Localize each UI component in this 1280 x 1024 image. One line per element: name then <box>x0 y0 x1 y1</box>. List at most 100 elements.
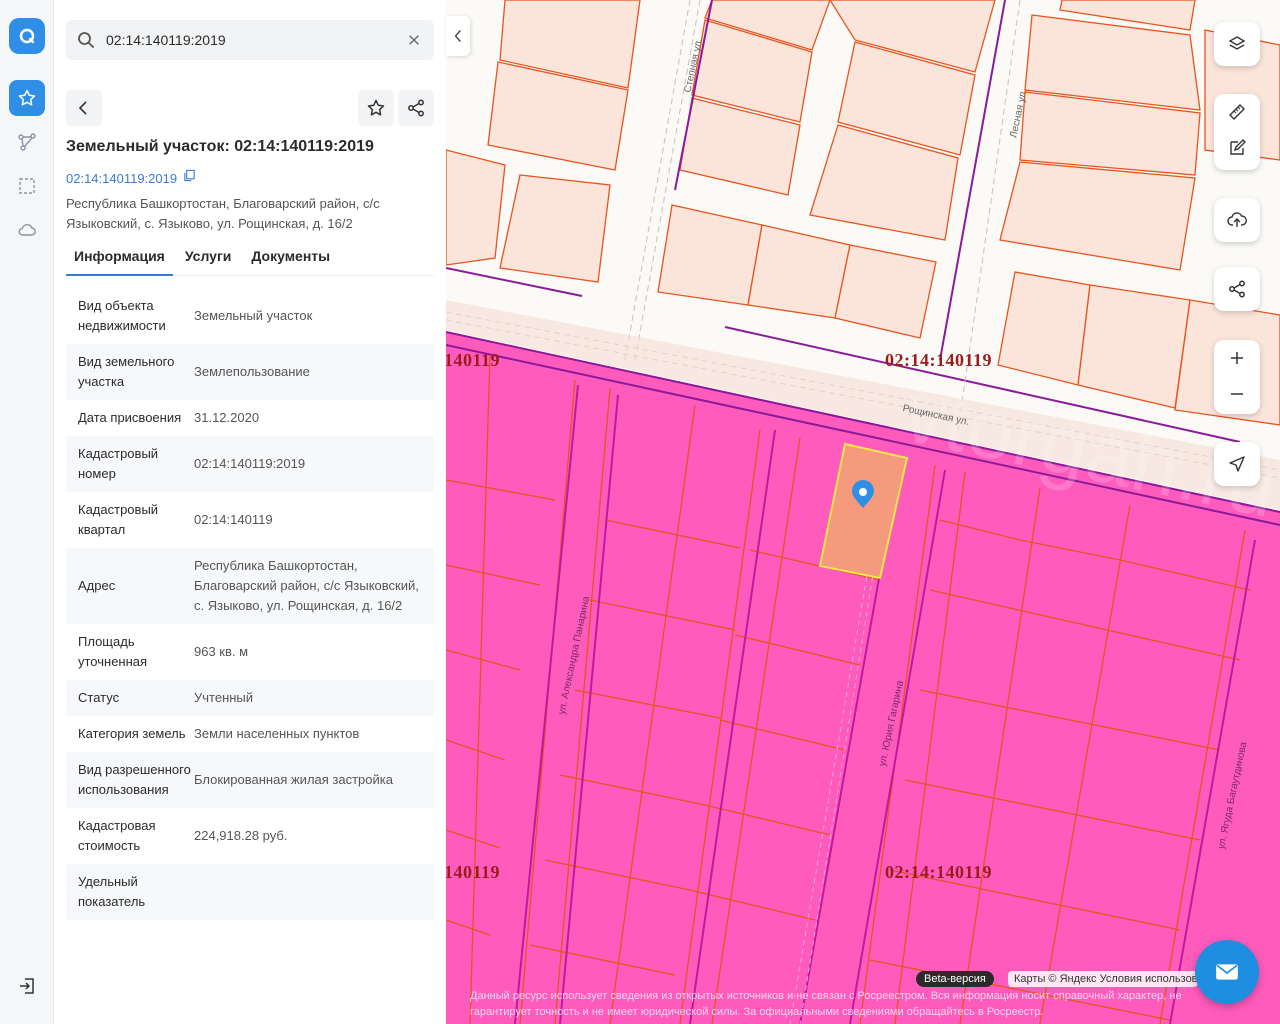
select-area-button[interactable] <box>9 168 45 204</box>
search-icon <box>66 20 106 60</box>
quarter-label-top-left: 140119 <box>446 350 501 370</box>
edit-icon <box>1230 139 1246 155</box>
star-icon <box>18 89 36 106</box>
zoom-in-icon <box>1231 352 1243 364</box>
share-control <box>1214 267 1260 311</box>
share-icon <box>1229 280 1245 298</box>
tools-control <box>1214 94 1260 170</box>
upload-control <box>1214 198 1260 242</box>
search-box <box>66 20 434 60</box>
tab-bar: Информация Услуги Документы <box>66 244 434 276</box>
layers-button[interactable] <box>1214 22 1260 66</box>
scroll-fade <box>54 980 446 1024</box>
cadastral-map[interactable]: vtorgah.ru 02:14:140119 140119 02:14:140… <box>446 0 1280 1024</box>
info-panel: Земельный участок: 02:14:140119:2019 02:… <box>54 0 446 1024</box>
locate-button[interactable] <box>1214 442 1260 486</box>
info-key: Дата присвоения <box>78 410 182 425</box>
beta-badge: Beta-версия <box>916 971 994 987</box>
info-row: Дата присвоения 31.12.2020 <box>66 400 434 436</box>
logout-icon <box>20 978 34 994</box>
info-row: Категория земель Земли населенных пунктов <box>66 716 434 752</box>
ruler-icon <box>1229 104 1245 120</box>
copy-icon[interactable] <box>183 169 196 187</box>
info-row: Вид объекта недвижимости Земельный участо… <box>66 288 434 344</box>
route-icon <box>18 133 36 151</box>
map-share-button[interactable] <box>1214 267 1260 311</box>
object-address: Республика Башкортостан, Благоварский ра… <box>66 196 380 231</box>
ruler-button[interactable] <box>1214 94 1260 130</box>
zoom-in-button[interactable] <box>1214 340 1260 376</box>
quarter-label-top: 02:14:140119 <box>885 350 992 370</box>
search-input[interactable] <box>106 32 396 48</box>
info-key: Площадь уточненная <box>78 634 148 669</box>
object-title: Земельный участок: 02:14:140119:2019 <box>66 138 374 155</box>
info-value: 224,918.28 руб. <box>194 828 288 843</box>
star-icon <box>367 99 385 116</box>
info-key: Вид земельного участка <box>78 354 175 389</box>
info-value: 02:14:140119:2019 <box>194 456 306 471</box>
layers-icon <box>1228 36 1246 50</box>
edit-button[interactable] <box>1214 130 1260 166</box>
info-key: Адрес <box>78 578 116 593</box>
chevron-left-icon <box>78 101 87 115</box>
select-area-icon <box>19 178 35 194</box>
info-row: Кадастровый квартал 02:14:140119 <box>66 492 434 548</box>
upload-button[interactable] <box>1214 198 1260 242</box>
info-row: Кадастровая стоимость 224,918.28 руб. <box>66 808 434 864</box>
info-key: Кадастровая стоимость <box>78 818 156 853</box>
info-value: Землепользование <box>194 364 310 379</box>
info-row: Вид разрешенного использования Блокирован… <box>66 752 434 808</box>
left-rail <box>0 0 54 1024</box>
info-row: Площадь уточненная 963 кв. м <box>66 624 434 680</box>
locate-icon <box>1229 456 1245 472</box>
info-key: Вид объекта недвижимости <box>78 298 166 333</box>
tab-services[interactable]: Услуги <box>177 244 240 276</box>
upload-icon <box>1227 212 1247 227</box>
app-logo-icon[interactable] <box>9 18 45 54</box>
zoom-out-button[interactable] <box>1214 376 1260 412</box>
info-row: Удельный показатель <box>66 864 434 920</box>
info-key: Категория земель <box>78 726 186 741</box>
info-key: Удельный показатель <box>78 874 146 909</box>
info-value: 31.12.2020 <box>194 410 260 425</box>
info-key: Вид разрешенного использования <box>78 762 191 797</box>
quarter-label-bottom-left: 140119 <box>446 862 501 882</box>
info-row: Вид земельного участка Землепользование <box>66 344 434 400</box>
info-key: Кадастровый квартал <box>78 502 159 537</box>
info-value: Республика Башкортостан, Благоварский ра… <box>194 558 419 613</box>
info-value: Блокированная жилая застройка <box>194 772 393 787</box>
cadastral-link-row: 02:14:140119:2019 <box>66 169 196 187</box>
favorite-button[interactable] <box>358 90 394 126</box>
route-button[interactable] <box>9 124 45 160</box>
info-value: Учтенный <box>194 690 254 705</box>
layers-control <box>1214 22 1260 66</box>
logout-button[interactable] <box>9 968 45 1004</box>
back-button[interactable] <box>66 90 102 126</box>
info-value: 963 кв. м <box>194 644 249 659</box>
locate-control <box>1214 442 1260 486</box>
cloud-button[interactable] <box>9 212 45 248</box>
info-row: Адрес Республика Башкортостан, Благоварск… <box>66 548 434 624</box>
info-key: Кадастровый номер <box>78 446 159 481</box>
share-icon <box>408 99 424 117</box>
zoom-control <box>1214 340 1260 414</box>
info-key: Статус <box>78 690 120 705</box>
map-disclaimer: Данный ресурс использует сведения из отк… <box>470 990 1182 1018</box>
tab-information[interactable]: Информация <box>66 244 173 276</box>
map-attribution[interactable]: Карты © Яндекс Условия использования <box>1008 971 1198 987</box>
zoom-out-icon <box>1231 393 1243 395</box>
clear-search-icon[interactable] <box>396 20 432 60</box>
collapse-panel-button[interactable] <box>446 16 470 56</box>
info-table: Вид объекта недвижимости Земельный участо… <box>66 288 434 920</box>
cloud-icon <box>18 224 36 236</box>
quarter-label-bottom: 02:14:140119 <box>885 862 992 882</box>
mail-icon <box>1216 964 1238 980</box>
tab-documents[interactable]: Документы <box>243 244 338 276</box>
feedback-mail-button[interactable] <box>1195 940 1259 1004</box>
share-button[interactable] <box>398 90 434 126</box>
chevron-left-icon <box>454 29 461 43</box>
favorites-button[interactable] <box>9 80 45 116</box>
info-row: Кадастровый номер 02:14:140119:2019 <box>66 436 434 492</box>
cadastral-number-link[interactable]: 02:14:140119:2019 <box>66 171 177 186</box>
info-value: 02:14:140119 <box>194 512 273 527</box>
